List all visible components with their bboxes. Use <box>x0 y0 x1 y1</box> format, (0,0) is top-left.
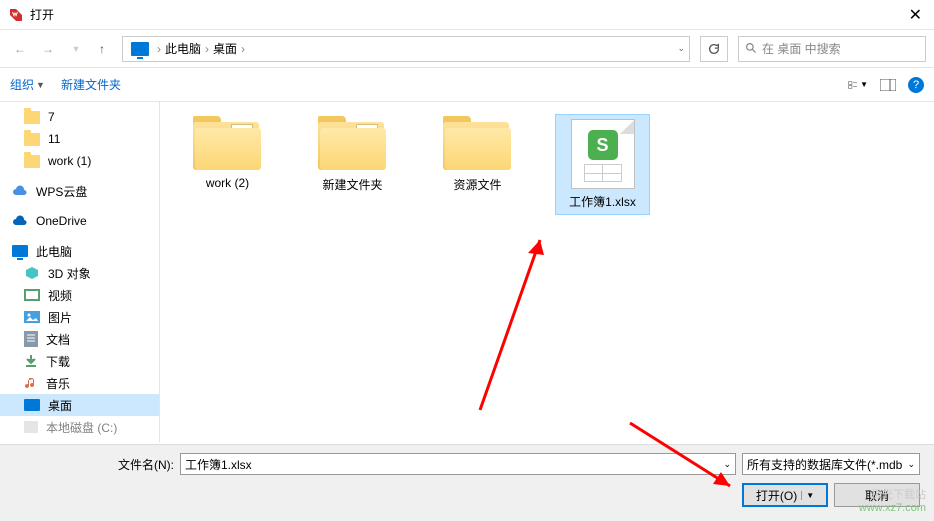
filetype-dropdown[interactable]: 所有支持的数据库文件(*.mdb ⌄ <box>742 453 920 475</box>
desktop-icon <box>24 399 40 411</box>
sidebar-item-video[interactable]: 视频 <box>0 284 159 306</box>
folder-icon <box>24 155 40 168</box>
nav-forward-button[interactable]: → <box>36 37 60 61</box>
pc-icon <box>12 245 28 257</box>
disk-icon <box>24 421 38 433</box>
sidebar: 7 11 work (1) WPS云盘 OneDrive 此电脑 3D 对象 视… <box>0 102 160 442</box>
organize-button[interactable]: 组织 ▼ <box>10 76 45 93</box>
sidebar-item-pictures[interactable]: 图片 <box>0 306 159 328</box>
video-icon <box>24 289 40 301</box>
sidebar-item-music[interactable]: 音乐 <box>0 372 159 394</box>
search-placeholder: 在 桌面 中搜索 <box>762 40 841 57</box>
nav-back-button[interactable]: ← <box>8 37 32 61</box>
refresh-icon <box>707 42 721 56</box>
sidebar-item-disk-c[interactable]: 本地磁盘 (C:) <box>0 416 159 438</box>
music-icon <box>24 376 38 390</box>
nav-up-button[interactable]: ↑ <box>92 39 112 59</box>
breadcrumb-pc[interactable]: 此电脑 <box>165 40 201 57</box>
folder-icon <box>24 133 40 146</box>
file-item-newfolder[interactable]: 新建文件夹 <box>305 114 400 197</box>
sidebar-item-downloads[interactable]: 下载 <box>0 350 159 372</box>
document-icon <box>24 331 38 347</box>
file-item-workbook1[interactable]: S 工作簿1.xlsx <box>555 114 650 215</box>
filename-input[interactable]: 工作簿1.xlsx ⌄ <box>180 453 736 475</box>
breadcrumb[interactable]: › 此电脑 › 桌面 › ⌄ <box>122 36 690 62</box>
sidebar-item-documents[interactable]: 文档 <box>0 328 159 350</box>
help-button[interactable]: ? <box>908 77 924 93</box>
refresh-button[interactable] <box>700 36 728 62</box>
download-icon <box>24 354 38 368</box>
3d-icon <box>24 266 40 280</box>
file-list: work (2) 新建文件夹 资源文件 S 工作簿1.xlsx <box>160 102 934 442</box>
sidebar-item-wps[interactable]: WPS云盘 <box>0 180 159 202</box>
chevron-right-icon: › <box>241 42 245 56</box>
folder-icon <box>193 118 263 172</box>
search-input[interactable]: 在 桌面 中搜索 <box>738 36 926 62</box>
xlsx-file-icon: S <box>571 119 635 189</box>
sidebar-item-7[interactable]: 7 <box>0 106 159 128</box>
folder-icon <box>318 118 388 172</box>
file-item-work2[interactable]: work (2) <box>180 114 275 194</box>
new-folder-button[interactable]: 新建文件夹 <box>61 76 121 93</box>
chevron-right-icon: › <box>157 42 161 56</box>
onedrive-icon <box>12 215 28 227</box>
pc-icon <box>131 42 149 56</box>
cloud-icon <box>12 185 28 197</box>
search-icon <box>745 42 758 55</box>
breadcrumb-dropdown[interactable]: ⌄ <box>677 43 685 54</box>
sidebar-item-pc[interactable]: 此电脑 <box>0 240 159 262</box>
sidebar-item-11[interactable]: 11 <box>0 128 159 150</box>
watermark: 极光下载站 www.xz7.com <box>859 489 926 515</box>
close-button[interactable]: ✕ <box>905 5 926 25</box>
sidebar-item-onedrive[interactable]: OneDrive <box>0 210 159 232</box>
view-options-button[interactable]: ▼ <box>848 75 868 95</box>
sidebar-item-3d[interactable]: 3D 对象 <box>0 262 159 284</box>
sidebar-item-work1[interactable]: work (1) <box>0 150 159 172</box>
wps-logo-icon <box>8 7 24 23</box>
filename-label: 文件名(N): <box>14 456 174 473</box>
chevron-down-icon[interactable]: ⌄ <box>723 459 731 470</box>
file-item-resources[interactable]: 资源文件 <box>430 114 525 197</box>
chevron-down-icon[interactable]: ⌄ <box>907 459 915 470</box>
picture-icon <box>24 311 40 323</box>
folder-icon <box>24 111 40 124</box>
preview-pane-button[interactable] <box>878 75 898 95</box>
breadcrumb-desktop[interactable]: 桌面 <box>213 40 237 57</box>
folder-icon <box>443 118 513 172</box>
sidebar-item-desktop[interactable]: 桌面 <box>0 394 159 416</box>
chevron-right-icon: › <box>205 42 209 56</box>
nav-history-dropdown[interactable]: ▼ <box>64 37 88 61</box>
open-button[interactable]: 打开(O)▼ <box>742 483 828 507</box>
window-title: 打开 <box>30 6 54 23</box>
